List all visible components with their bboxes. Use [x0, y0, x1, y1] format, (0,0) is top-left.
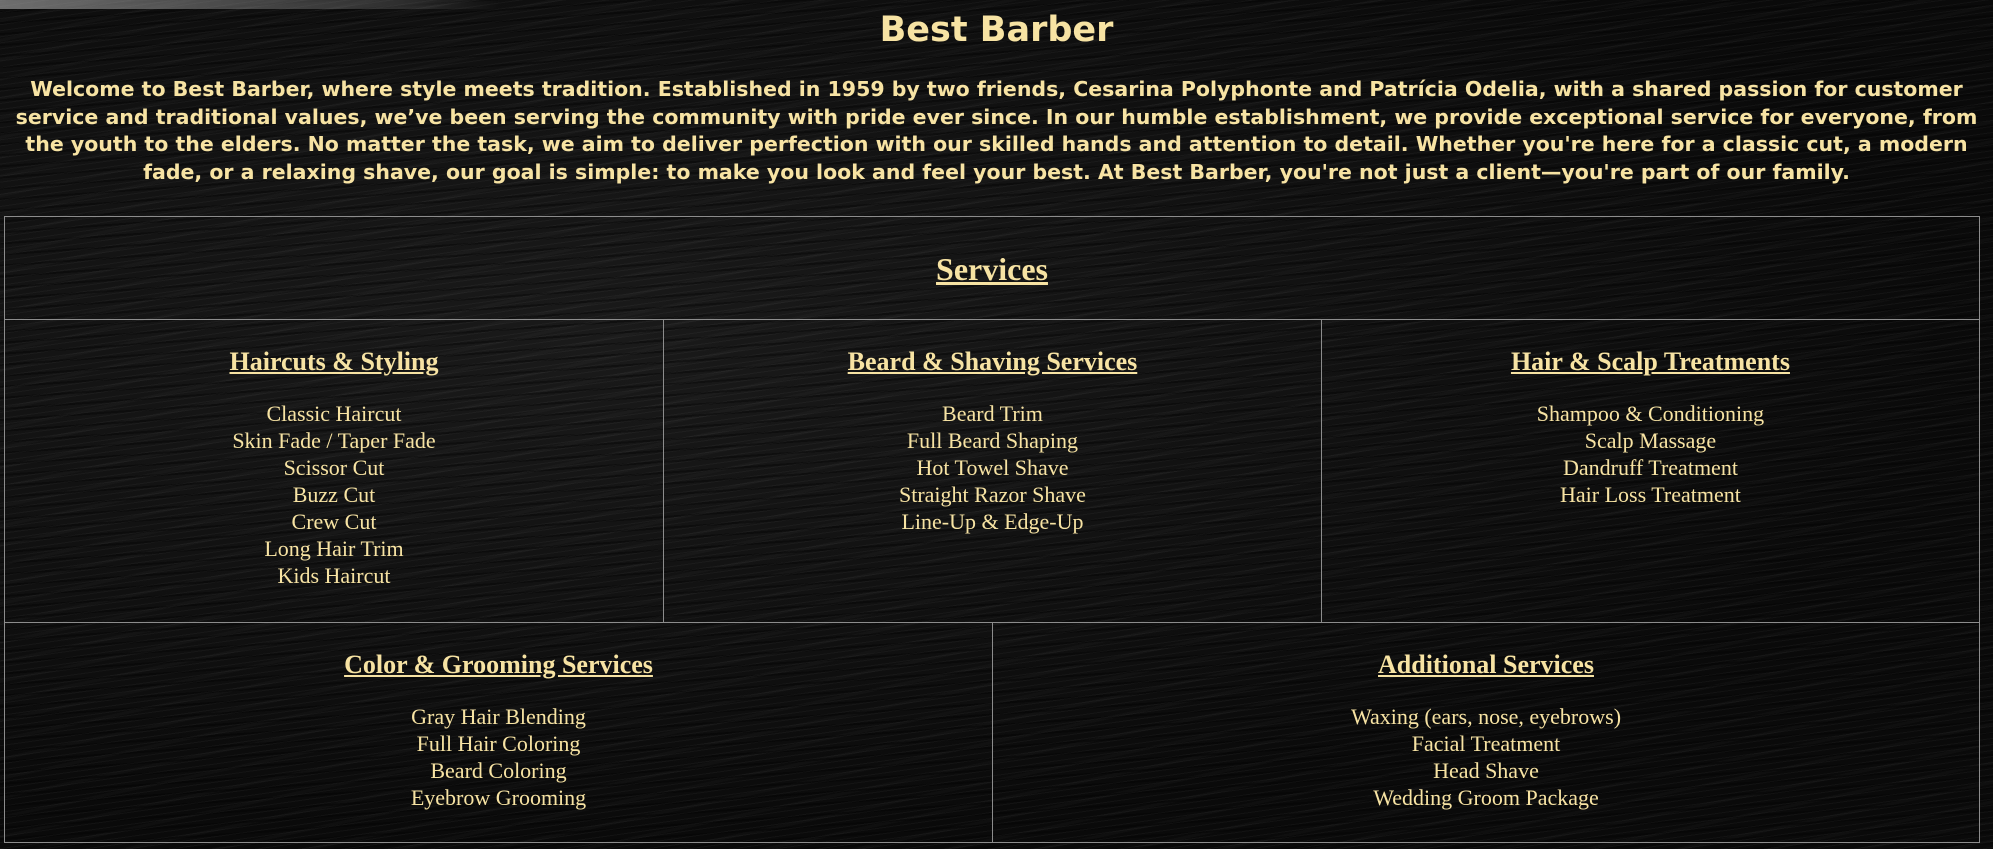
service-item: Scissor Cut — [283, 455, 385, 480]
service-item: Facial Treatment — [1411, 731, 1561, 756]
category-title: Color & Grooming Services — [344, 650, 653, 679]
services-header: Services — [5, 217, 1979, 320]
category-title: Beard & Shaving Services — [847, 347, 1138, 376]
service-item: Buzz Cut — [292, 482, 376, 507]
category-title: Haircuts & Styling — [229, 347, 439, 376]
service-item: Classic Haircut — [266, 401, 402, 426]
service-item: Full Beard Shaping — [906, 428, 1079, 453]
category-haircuts-styling: Haircuts & Styling Classic Haircut Skin … — [5, 320, 663, 622]
service-list: Waxing (ears, nose, eyebrows) Facial Tre… — [993, 703, 1979, 811]
service-item: Beard Trim — [942, 401, 1043, 426]
service-item: Hot Towel Shave — [916, 455, 1069, 480]
service-item: Waxing (ears, nose, eyebrows) — [1350, 704, 1622, 729]
services-row-1: Haircuts & Styling Classic Haircut Skin … — [5, 320, 1979, 623]
service-item: Beard Coloring — [430, 758, 567, 783]
category-beard-shaving: Beard & Shaving Services Beard Trim Full… — [662, 320, 1321, 622]
service-item: Line-Up & Edge-Up — [901, 509, 1084, 534]
services-title: Services — [936, 251, 1048, 287]
intro-paragraph: Welcome to Best Barber, where style meet… — [15, 77, 1978, 184]
category-additional: Additional Services Waxing (ears, nose, … — [992, 623, 1979, 842]
service-item: Kids Haircut — [277, 563, 391, 588]
service-item: Crew Cut — [291, 509, 377, 534]
category-color-grooming: Color & Grooming Services Gray Hair Blen… — [5, 623, 992, 842]
category-title: Additional Services — [1378, 650, 1594, 679]
service-item: Shampoo & Conditioning — [1536, 401, 1765, 426]
service-item: Skin Fade / Taper Fade — [232, 428, 436, 453]
service-item: Hair Loss Treatment — [1560, 482, 1741, 507]
service-list: Shampoo & Conditioning Scalp Massage Dan… — [1322, 400, 1979, 508]
service-item: Head Shave — [1433, 758, 1539, 783]
services-row-2: Color & Grooming Services Gray Hair Blen… — [5, 623, 1979, 842]
browser-top-shadow — [0, 0, 500, 9]
service-item: Dandruff Treatment — [1562, 455, 1738, 480]
service-item: Full Hair Coloring — [416, 731, 581, 756]
category-title: Hair & Scalp Treatments — [1510, 347, 1790, 376]
service-item: Straight Razor Shave — [898, 482, 1086, 507]
service-item: Scalp Massage — [1584, 428, 1717, 453]
service-item: Long Hair Trim — [264, 536, 404, 561]
service-item: Eyebrow Grooming — [410, 785, 587, 810]
service-item: Wedding Groom Package — [1373, 785, 1599, 810]
service-item: Gray Hair Blending — [411, 704, 586, 729]
services-table: Services Haircuts & Styling Classic Hair… — [4, 216, 1980, 843]
category-hair-scalp: Hair & Scalp Treatments Shampoo & Condit… — [1320, 320, 1979, 622]
service-list: Classic Haircut Skin Fade / Taper Fade S… — [5, 400, 663, 589]
service-list: Gray Hair Blending Full Hair Coloring Be… — [5, 703, 992, 811]
service-list: Beard Trim Full Beard Shaping Hot Towel … — [664, 400, 1321, 535]
